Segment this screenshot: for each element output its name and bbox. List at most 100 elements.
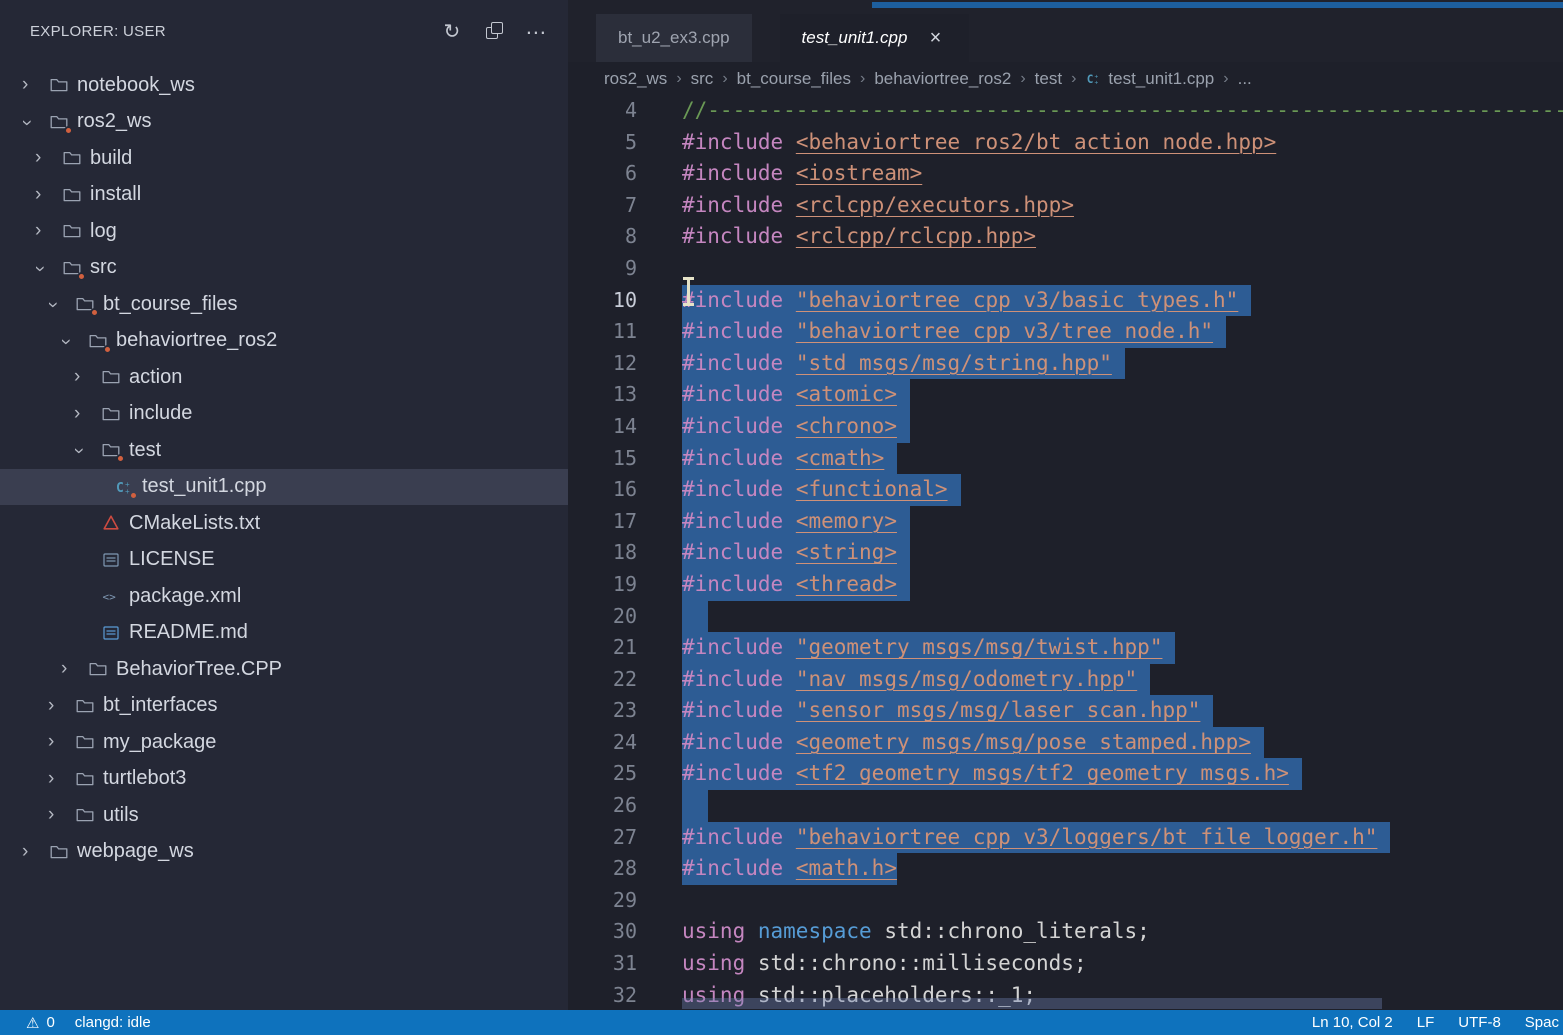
code-token	[783, 667, 796, 691]
tree-item-bt-course-files[interactable]: ›bt_course_files	[0, 286, 568, 323]
code-line[interactable]: 8#include <rclcpp/rclcpp.hpp>	[568, 221, 1563, 253]
tab-bt-u2-ex3-cpp[interactable]: bt_u2_ex3.cpp	[596, 14, 752, 62]
tree-item-turtlebot3[interactable]: ›turtlebot3	[0, 761, 568, 798]
code-line[interactable]: 9	[568, 253, 1563, 285]
selection-highlight: #include "behaviortree_cpp_v3/tree_node.…	[682, 316, 1226, 348]
code-line[interactable]: 30using namespace std::chrono_literals;	[568, 916, 1563, 948]
code-token: <behaviortree_ros2/bt_action_node.hpp>	[796, 130, 1276, 154]
code-token	[783, 224, 796, 248]
tab-label: test_unit1.cpp	[802, 28, 908, 48]
tree-item-package-xml[interactable]: <>package.xml	[0, 578, 568, 615]
git-modified-dot	[90, 308, 99, 317]
code-line[interactable]: 24#include <geometry_msgs/msg/pose_stamp…	[568, 727, 1563, 759]
code-line[interactable]: 11#include "behaviortree_cpp_v3/tree_nod…	[568, 316, 1563, 348]
license-file-icon	[100, 549, 122, 571]
folder-icon	[87, 330, 109, 352]
tree-item-my-package[interactable]: ›my_package	[0, 724, 568, 761]
breadcrumb-item-test-unit1-cpp[interactable]: C++test_unit1.cpp	[1085, 69, 1214, 89]
code-line[interactable]: 22#include "nav_msgs/msg/odometry.hpp"	[568, 664, 1563, 696]
tree-item-src[interactable]: ›src	[0, 250, 568, 287]
cursor-position[interactable]: Ln 10, Col 2	[1312, 1014, 1393, 1031]
code-line[interactable]: 20	[568, 601, 1563, 633]
code-line[interactable]: 10#include "behaviortree_cpp_v3/basic_ty…	[568, 285, 1563, 317]
close-icon[interactable]: ×	[923, 26, 947, 50]
code-line[interactable]: 12#include "std_msgs/msg/string.hpp"	[568, 348, 1563, 380]
chevron-right-icon: ›	[20, 841, 48, 863]
code-line[interactable]: 17#include <memory>	[568, 506, 1563, 538]
code-line[interactable]: 23#include "sensor_msgs/msg/laser_scan.h…	[568, 695, 1563, 727]
breadcrumb-item-bt-course-files[interactable]: bt_course_files	[737, 69, 851, 89]
more-actions-icon[interactable]: …	[520, 16, 552, 46]
tree-item-log[interactable]: ›log	[0, 213, 568, 250]
explorer-actions: ↻…	[436, 16, 552, 46]
line-number: 14	[568, 411, 637, 443]
code-line[interactable]: 28#include <math.h>	[568, 853, 1563, 885]
code-line[interactable]: 25#include <tf2_geometry_msgs/tf2_geomet…	[568, 758, 1563, 790]
code-token: <cmath>	[796, 446, 885, 470]
eol-indicator[interactable]: LF	[1417, 1014, 1435, 1031]
code-line[interactable]: 19#include <thread>	[568, 569, 1563, 601]
tree-item-install[interactable]: ›install	[0, 177, 568, 214]
code-editor[interactable]: 4//-------------------------------------…	[568, 95, 1563, 1010]
code-line[interactable]: 6#include <iostream>	[568, 158, 1563, 190]
tree-item-license[interactable]: LICENSE	[0, 542, 568, 579]
code-token: std::chrono::milliseconds;	[745, 951, 1086, 975]
code-line[interactable]: 4//-------------------------------------…	[568, 95, 1563, 127]
refresh-explorer-icon[interactable]: ↻	[436, 16, 468, 46]
svg-text:C: C	[116, 481, 124, 496]
problems-indicator[interactable]: ⚠ 0	[26, 1014, 55, 1032]
tree-item-bt-interfaces[interactable]: ›bt_interfaces	[0, 688, 568, 725]
code-line[interactable]: 7#include <rclcpp/executors.hpp>	[568, 190, 1563, 222]
selection-highlight: #include <thread>	[682, 569, 910, 601]
line-content: using namespace std::chrono_literals;	[682, 916, 1150, 948]
encoding-indicator[interactable]: UTF-8	[1458, 1014, 1501, 1031]
breadcrumb-item-ros2-ws[interactable]: ros2_ws	[604, 69, 667, 89]
git-modified-dot	[129, 491, 138, 500]
tree-item-webpage-ws[interactable]: ›webpage_ws	[0, 834, 568, 871]
tree-item-test-unit1-cpp[interactable]: C++test_unit1.cpp	[0, 469, 568, 506]
breadcrumb-item-[interactable]: ...	[1238, 69, 1252, 89]
tree-item-label: notebook_ws	[77, 74, 195, 97]
language-server-status[interactable]: clangd: idle	[75, 1014, 151, 1031]
tree-item-utils[interactable]: ›utils	[0, 797, 568, 834]
collapse-folders-icon[interactable]	[478, 16, 510, 46]
tree-item-cmakelists-txt[interactable]: CMakeLists.txt	[0, 505, 568, 542]
code-line[interactable]: 29	[568, 885, 1563, 917]
tree-item-readme-md[interactable]: README.md	[0, 615, 568, 652]
tree-item-behaviortree-cpp[interactable]: ›BehaviorTree.CPP	[0, 651, 568, 688]
tree-item-notebook-ws[interactable]: ›notebook_ws	[0, 67, 568, 104]
breadcrumb-label: ros2_ws	[604, 69, 667, 89]
folder-icon	[61, 257, 83, 279]
cpp-file-icon: C++	[113, 476, 135, 498]
tree-item-label: src	[90, 256, 117, 279]
code-line[interactable]: 21#include "geometry_msgs/msg/twist.hpp"	[568, 632, 1563, 664]
tab-test-unit1-cpp[interactable]: test_unit1.cpp ×	[780, 14, 970, 62]
code-line[interactable]: 18#include <string>	[568, 537, 1563, 569]
markdown-file-icon	[100, 622, 122, 644]
code-line[interactable]: 15#include <cmath>	[568, 443, 1563, 475]
breadcrumb-label: test_unit1.cpp	[1108, 69, 1214, 89]
code-line[interactable]: 16#include <functional>	[568, 474, 1563, 506]
code-line[interactable]: 14#include <chrono>	[568, 411, 1563, 443]
tree-item-behaviortree-ros2[interactable]: ›behaviortree_ros2	[0, 323, 568, 360]
indentation-indicator[interactable]: Spac	[1525, 1014, 1559, 1031]
code-line[interactable]: 13#include <atomic>	[568, 379, 1563, 411]
code-token: #include	[682, 540, 783, 564]
breadcrumb-item-test[interactable]: test	[1035, 69, 1062, 89]
code-line[interactable]: 5#include <behaviortree_ros2/bt_action_n…	[568, 127, 1563, 159]
tree-item-include[interactable]: ›include	[0, 396, 568, 433]
code-line[interactable]: 31using std::chrono::milliseconds;	[568, 948, 1563, 980]
code-token	[783, 446, 796, 470]
tree-item-build[interactable]: ›build	[0, 140, 568, 177]
breadcrumb-item-behaviortree-ros2[interactable]: behaviortree_ros2	[874, 69, 1011, 89]
tree-item-ros2-ws[interactable]: ›ros2_ws	[0, 104, 568, 141]
horizontal-scrollbar[interactable]	[682, 998, 1382, 1009]
code-line[interactable]: 26	[568, 790, 1563, 822]
warning-icon: ⚠	[26, 1014, 39, 1032]
code-token: #include	[682, 856, 783, 880]
code-line[interactable]: 27#include "behaviortree_cpp_v3/loggers/…	[568, 822, 1563, 854]
folder-icon	[100, 439, 122, 461]
breadcrumb-item-src[interactable]: src	[691, 69, 714, 89]
tree-item-test[interactable]: ›test	[0, 432, 568, 469]
tree-item-action[interactable]: ›action	[0, 359, 568, 396]
